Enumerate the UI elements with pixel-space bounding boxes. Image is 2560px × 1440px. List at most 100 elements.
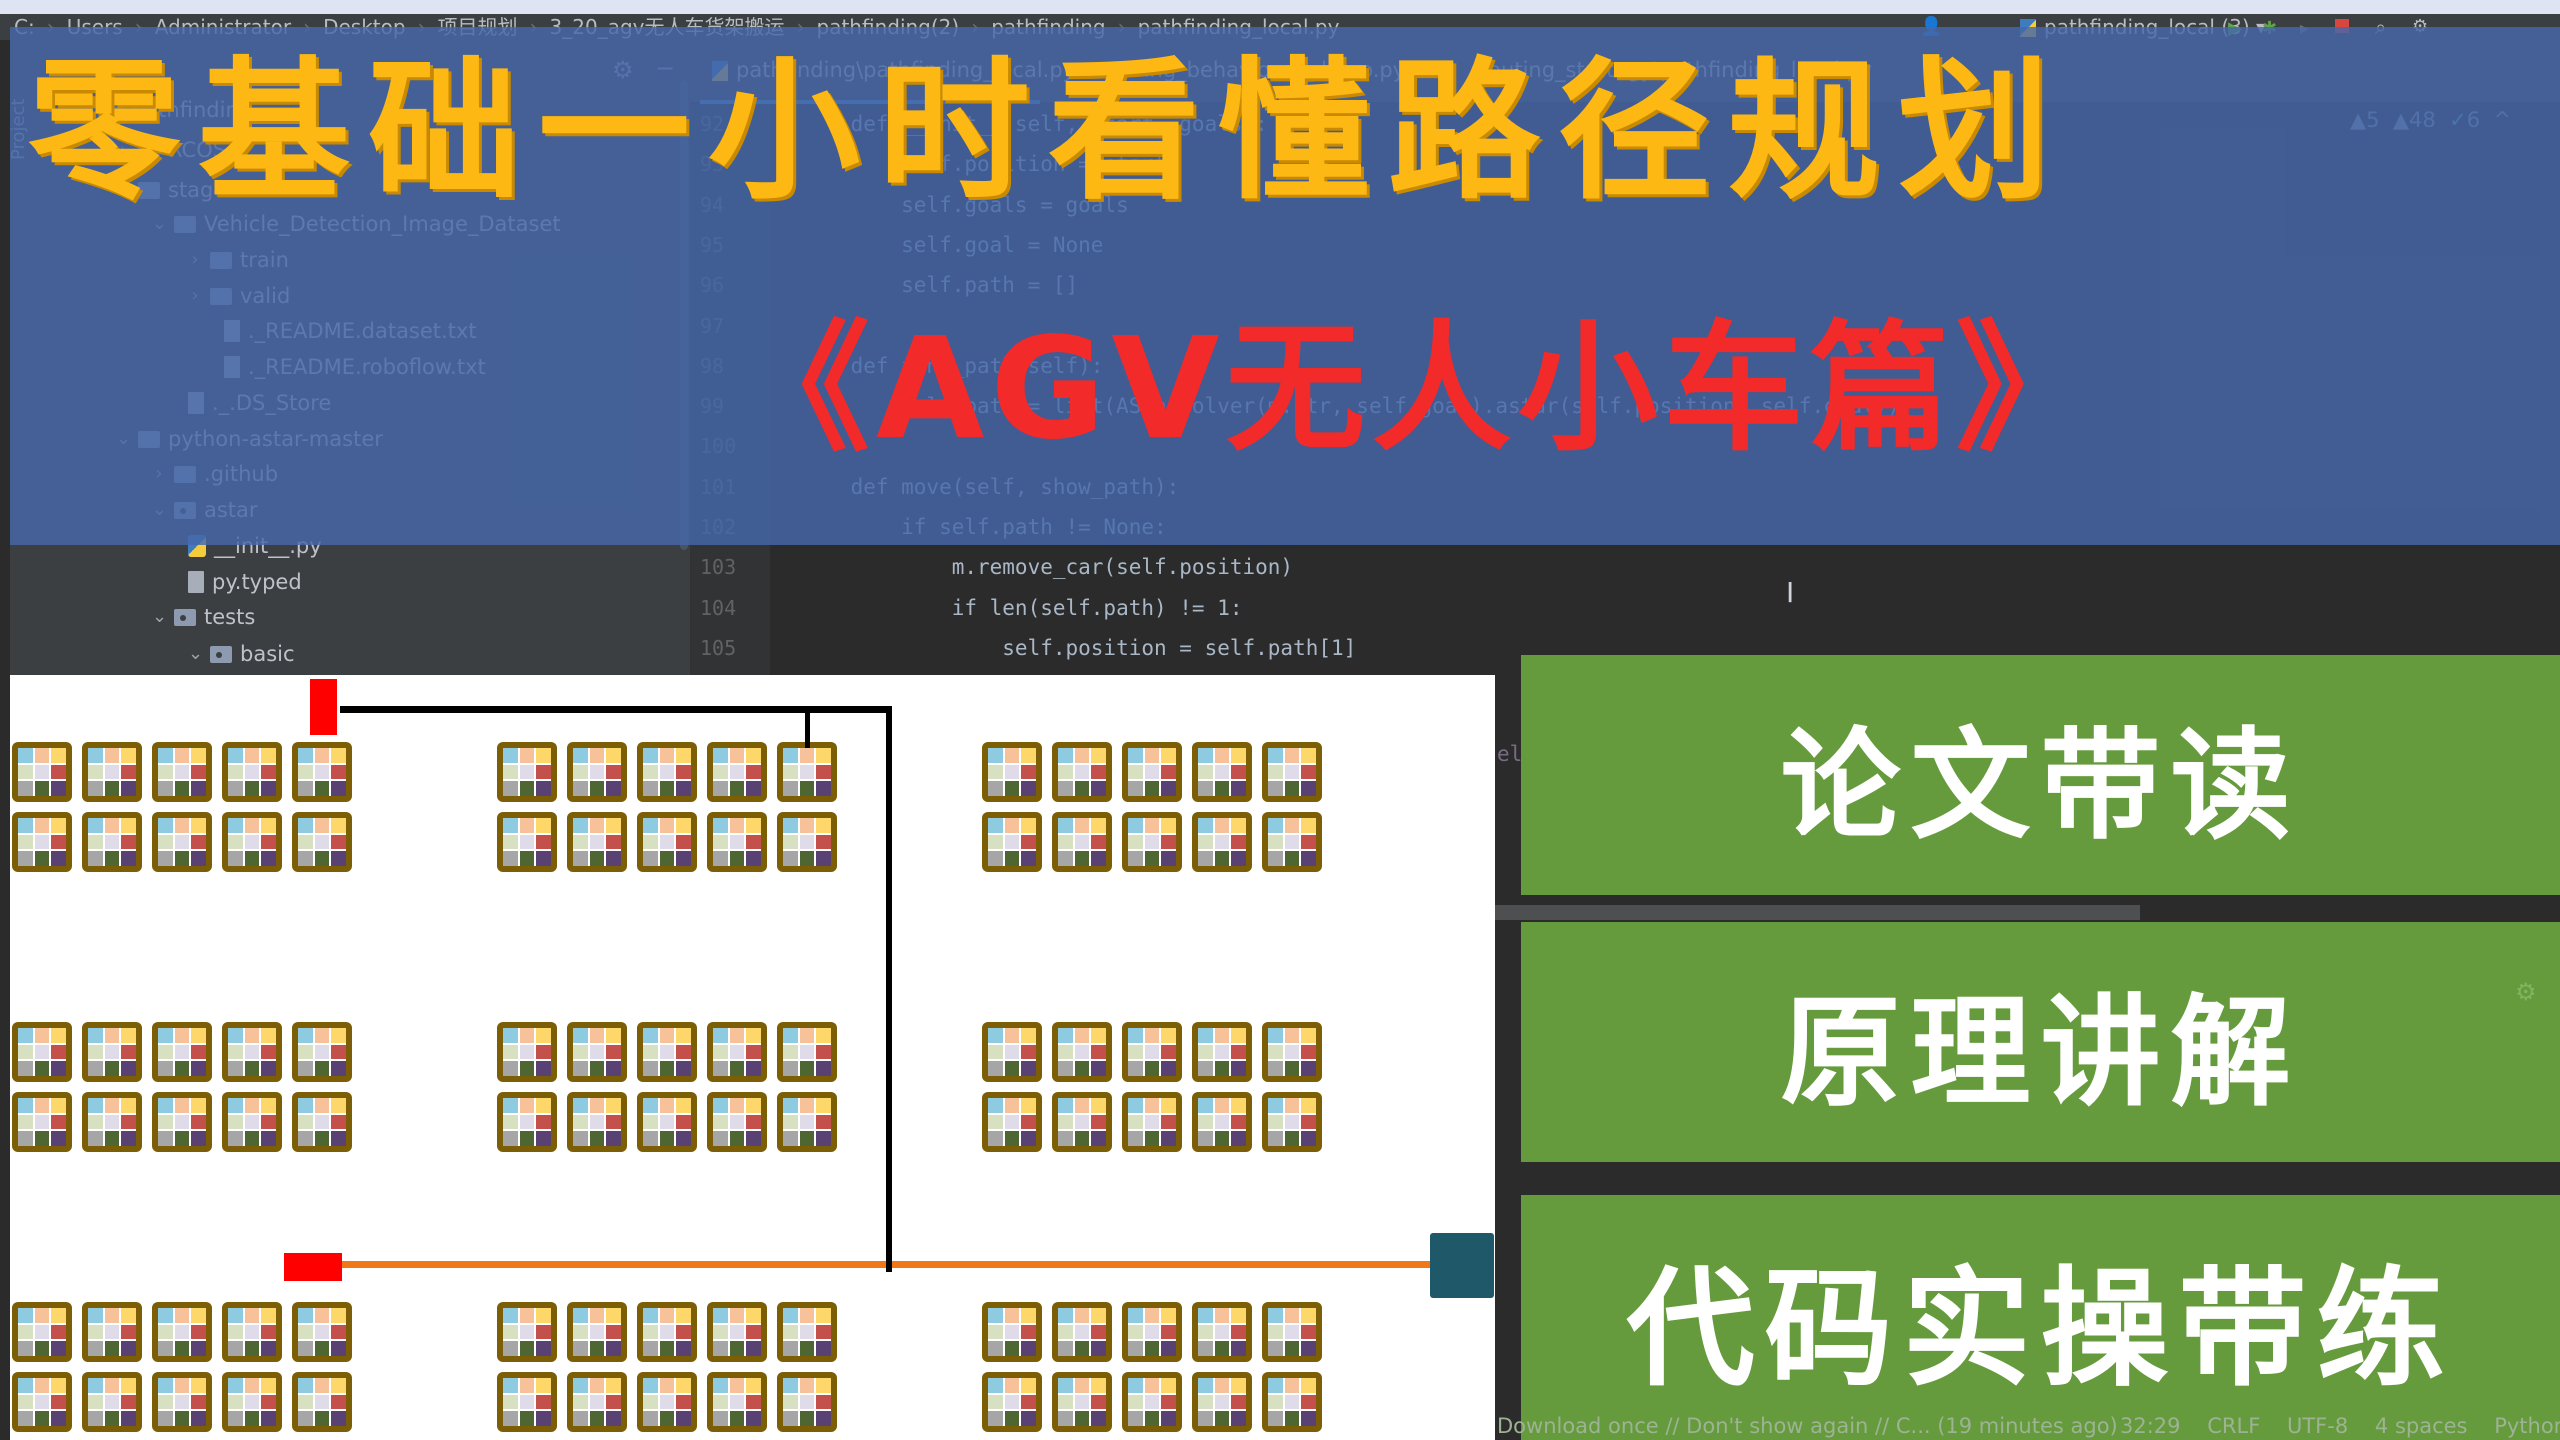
code-line[interactable]: if len(self.path) != 1:	[800, 596, 1243, 620]
goods-slot	[536, 1028, 551, 1043]
goods-slot	[573, 1061, 588, 1076]
goods-slot	[676, 818, 691, 833]
goods-slot	[18, 851, 33, 866]
tree-item[interactable]: ⌄ tests	[152, 599, 255, 635]
goods-slot	[659, 851, 675, 866]
code-line[interactable]: self.position = self.path[1]	[800, 636, 1356, 660]
storage-shelf	[292, 1372, 352, 1432]
tree-item[interactable]: ⌄ basic	[188, 636, 295, 672]
goods-slot	[659, 1044, 675, 1060]
goods-slot	[314, 1308, 330, 1323]
goods-slot	[816, 1378, 831, 1393]
goods-slot	[228, 1028, 243, 1043]
goods-slot	[799, 1044, 815, 1060]
goods-slot	[503, 764, 518, 780]
code-line[interactable]: m.remove_car(self.position)	[800, 555, 1293, 579]
goods-slot	[174, 1308, 190, 1323]
goods-slot	[314, 1131, 330, 1146]
goods-slot	[34, 1411, 50, 1426]
goods-slot	[191, 851, 206, 866]
goods-slot	[1284, 764, 1300, 780]
agv-robot[interactable]	[310, 679, 337, 735]
storage-shelf	[82, 742, 142, 802]
goods-slot	[1074, 1324, 1090, 1340]
goods-slot	[104, 1341, 120, 1356]
goods-slot	[659, 764, 675, 780]
goods-slot	[729, 1308, 745, 1323]
goods-slot	[503, 834, 518, 850]
goods-slot	[606, 1341, 621, 1356]
horizontal-scrollbar[interactable]	[1495, 905, 2140, 920]
indent-setting[interactable]: 4 spaces	[2375, 1414, 2468, 1438]
goods-slot	[88, 1308, 103, 1323]
goods-slot	[34, 1028, 50, 1043]
shelf-goods	[713, 1378, 761, 1426]
goods-slot	[18, 1308, 33, 1323]
gear-icon[interactable]: ⚙	[2515, 978, 2537, 1006]
goods-slot	[1214, 1061, 1230, 1076]
goods-slot	[34, 1044, 50, 1060]
storage-shelf	[82, 1302, 142, 1362]
goods-slot	[988, 1324, 1003, 1340]
goods-slot	[298, 1114, 313, 1130]
goods-slot	[18, 748, 33, 763]
chevron-down-icon[interactable]: ⌄	[152, 599, 167, 635]
goods-slot	[244, 1061, 260, 1076]
goods-slot	[244, 764, 260, 780]
goods-slot	[783, 1114, 798, 1130]
storage-shelf	[707, 812, 767, 872]
goods-slot	[121, 748, 136, 763]
goods-slot	[783, 764, 798, 780]
goods-slot	[589, 1114, 605, 1130]
goods-slot	[18, 1061, 33, 1076]
storage-shelf	[1052, 812, 1112, 872]
chevron-down-icon[interactable]: ⌄	[188, 636, 203, 672]
goods-slot	[228, 1098, 243, 1113]
goods-slot	[713, 1028, 728, 1043]
shelf-goods	[503, 1028, 551, 1076]
goods-slot	[643, 1114, 658, 1130]
goods-slot	[676, 781, 691, 796]
goods-slot	[1058, 1308, 1073, 1323]
shelf-goods	[783, 818, 831, 866]
goods-slot	[51, 851, 66, 866]
goods-slot	[1284, 1114, 1300, 1130]
goods-slot	[18, 1131, 33, 1146]
storage-shelf	[1052, 1302, 1112, 1362]
goods-slot	[121, 781, 136, 796]
goods-slot	[1091, 781, 1106, 796]
goods-slot	[519, 1061, 535, 1076]
goods-slot	[676, 834, 691, 850]
goods-slot	[1004, 1098, 1020, 1113]
goods-slot	[799, 1324, 815, 1340]
goods-slot	[643, 1044, 658, 1060]
goods-slot	[1231, 748, 1246, 763]
agv-robot[interactable]	[284, 1253, 342, 1281]
file-encoding[interactable]: UTF-8	[2287, 1414, 2348, 1438]
goods-slot	[261, 851, 276, 866]
line-separator[interactable]: CRLF	[2207, 1414, 2260, 1438]
status-message[interactable]: Download once // Don't show again // C..…	[1497, 1412, 2118, 1440]
goods-slot	[174, 1378, 190, 1393]
goods-slot	[191, 818, 206, 833]
goods-slot	[1161, 1308, 1176, 1323]
storage-shelf	[292, 812, 352, 872]
goods-slot	[536, 1394, 551, 1410]
interpreter[interactable]: Python 3.10	[2494, 1414, 2560, 1438]
goods-slot	[1161, 1131, 1176, 1146]
tree-item[interactable]: py.typed	[188, 564, 302, 600]
goods-slot	[606, 1308, 621, 1323]
goods-slot	[1231, 1341, 1246, 1356]
status-widgets: 32:29 CRLF UTF-8 4 spaces Python 3.10	[2120, 1412, 2560, 1440]
shelf-goods	[1128, 1378, 1176, 1426]
caret-position[interactable]: 32:29	[2120, 1414, 2181, 1438]
goods-slot	[104, 1131, 120, 1146]
shelf-goods	[1058, 818, 1106, 866]
goods-slot	[1058, 1044, 1073, 1060]
goods-slot	[676, 1114, 691, 1130]
goods-slot	[713, 764, 728, 780]
goods-slot	[1198, 781, 1213, 796]
goods-slot	[1058, 781, 1073, 796]
shelf-goods	[1198, 1028, 1246, 1076]
goods-slot	[331, 1044, 346, 1060]
